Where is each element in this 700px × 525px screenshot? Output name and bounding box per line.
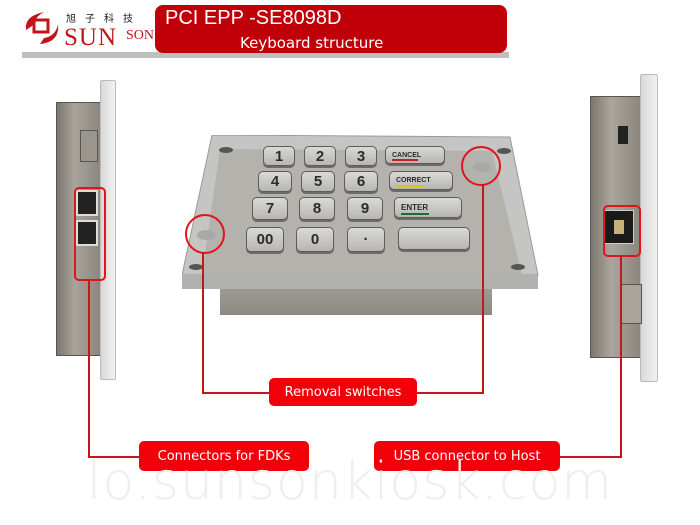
key-0[interactable]: 0	[296, 227, 334, 252]
header-banner: PCI EPP -SE8098D Keyboard structure	[155, 5, 507, 53]
key-correct[interactable]: CORRECT	[389, 171, 453, 190]
key-cancel[interactable]: CANCEL	[385, 146, 445, 164]
logo-brand-suffix: SON	[126, 28, 155, 43]
removal-line-right-v	[482, 184, 484, 394]
callout-removal-switches: Removal switches	[269, 378, 417, 406]
key-enter[interactable]: ENTER	[394, 197, 462, 218]
key-dot[interactable]: ·	[347, 227, 385, 252]
key-9[interactable]: 9	[347, 197, 383, 220]
removal-line-left-v	[202, 252, 204, 393]
key-1[interactable]: 1	[263, 146, 295, 166]
fdk-highlight-box	[74, 187, 106, 281]
key-correct-label: CORRECT	[396, 177, 431, 184]
key-6[interactable]: 6	[344, 171, 378, 192]
logo-swirl-icon	[25, 12, 59, 44]
usb-line-v	[620, 255, 622, 457]
key-3[interactable]: 3	[345, 146, 377, 166]
removal-line-right-h	[414, 392, 484, 394]
fdk-line-v	[88, 279, 90, 457]
removal-switch-highlight-left	[185, 214, 225, 254]
logo-brand-main: SUN	[64, 24, 118, 51]
watermark: lo.sunsonkiosk.com	[87, 452, 613, 512]
logo-chinese-text: 旭子科技	[66, 14, 142, 25]
removal-line-left-h	[202, 392, 272, 394]
sunson-logo: 旭子科技 SUN SON	[22, 6, 155, 51]
page-subtitle: Keyboard structure	[240, 34, 384, 52]
key-enter-label: ENTER	[401, 203, 429, 212]
removal-switch-highlight-right	[461, 146, 501, 186]
correct-color-bar	[396, 185, 424, 187]
key-blank[interactable]	[398, 227, 470, 250]
enter-color-bar	[401, 213, 429, 215]
key-8[interactable]: 8	[299, 197, 335, 220]
key-7[interactable]: 7	[252, 197, 288, 220]
key-cancel-label: CANCEL	[392, 151, 422, 159]
key-5[interactable]: 5	[301, 171, 335, 192]
key-4[interactable]: 4	[258, 171, 292, 192]
key-2[interactable]: 2	[304, 146, 336, 166]
page-title: PCI EPP -SE8098D	[165, 7, 342, 29]
key-00[interactable]: 00	[246, 227, 284, 252]
usb-highlight-box	[603, 205, 641, 257]
cancel-color-bar	[392, 159, 418, 161]
